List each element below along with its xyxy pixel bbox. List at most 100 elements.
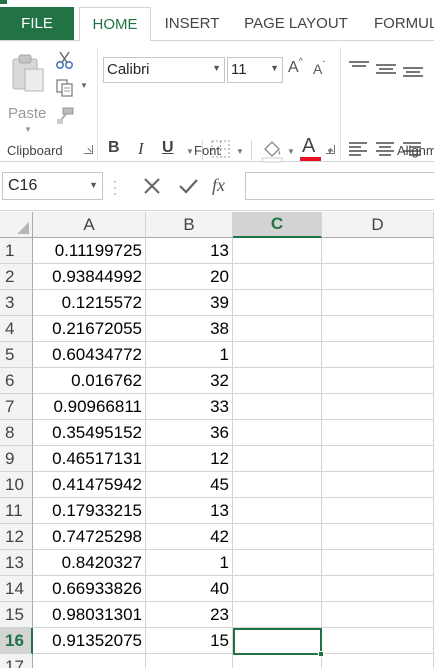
borders-dropdown-icon[interactable]: ▼ [236, 147, 244, 156]
cell-b14[interactable]: 40 [146, 576, 233, 602]
cell-d11[interactable] [322, 498, 434, 524]
paste-dropdown-icon[interactable]: ▼ [24, 125, 32, 134]
font-name-dropdown[interactable]: Calibri ▼ [103, 57, 225, 83]
cell-a16[interactable]: 0.91352075 [33, 628, 146, 654]
cell-c16[interactable] [233, 628, 322, 654]
cell-c12[interactable] [233, 524, 322, 550]
row-header[interactable]: 17 [0, 654, 33, 668]
cell-a2[interactable]: 0.93844992 [33, 264, 146, 290]
cell-d15[interactable] [322, 602, 434, 628]
cell-a3[interactable]: 0.1215572 [33, 290, 146, 316]
decrease-font-size-button[interactable]: Aˇ [313, 60, 333, 83]
cell-d3[interactable] [322, 290, 434, 316]
cell-b3[interactable]: 39 [146, 290, 233, 316]
bottom-align-button[interactable] [403, 67, 423, 81]
cell-b7[interactable]: 33 [146, 394, 233, 420]
cell-d5[interactable] [322, 342, 434, 368]
bold-button[interactable]: B [108, 139, 120, 163]
chevron-down-icon[interactable]: ▼ [89, 180, 98, 190]
cell-b15[interactable]: 23 [146, 602, 233, 628]
fill-color-dropdown-icon[interactable]: ▼ [287, 147, 295, 156]
font-size-dropdown[interactable]: 11 ▼ [227, 57, 283, 83]
cell-b5[interactable]: 1 [146, 342, 233, 368]
middle-align-button[interactable] [376, 64, 396, 78]
cell-c1[interactable] [233, 238, 322, 264]
fill-color-button[interactable] [259, 137, 285, 163]
cell-c2[interactable] [233, 264, 322, 290]
cell-d7[interactable] [322, 394, 434, 420]
cell-b6[interactable]: 32 [146, 368, 233, 394]
row-header[interactable]: 5 [0, 342, 33, 368]
row-header[interactable]: 10 [0, 472, 33, 498]
cell-c10[interactable] [233, 472, 322, 498]
cell-c13[interactable] [233, 550, 322, 576]
cell-c8[interactable] [233, 420, 322, 446]
cell-c5[interactable] [233, 342, 322, 368]
row-header[interactable]: 12 [0, 524, 33, 550]
row-header[interactable]: 4 [0, 316, 33, 342]
fill-handle[interactable] [318, 651, 324, 657]
cell-c11[interactable] [233, 498, 322, 524]
font-dialog-launcher[interactable] [326, 145, 335, 154]
name-box[interactable]: C16 ▼ [2, 172, 103, 200]
row-header[interactable]: 7 [0, 394, 33, 420]
cell-b9[interactable]: 12 [146, 446, 233, 472]
tab-file[interactable]: FILE [0, 7, 74, 40]
cell-d6[interactable] [322, 368, 434, 394]
cell-b11[interactable]: 13 [146, 498, 233, 524]
row-header[interactable]: 3 [0, 290, 33, 316]
cell-a17[interactable] [33, 654, 146, 668]
enter-entry-button[interactable] [176, 174, 200, 198]
copy-dropdown-icon[interactable]: ▼ [80, 81, 88, 90]
top-align-button[interactable] [349, 61, 369, 75]
cell-a14[interactable]: 0.66933826 [33, 576, 146, 602]
align-left-button[interactable] [349, 142, 369, 156]
font-color-button[interactable]: A [299, 135, 323, 163]
cell-d9[interactable] [322, 446, 434, 472]
underline-button[interactable]: U [162, 139, 174, 163]
row-header[interactable]: 13 [0, 550, 33, 576]
cell-a5[interactable]: 0.60434772 [33, 342, 146, 368]
cell-a7[interactable]: 0.90966811 [33, 394, 146, 420]
cell-a1[interactable]: 0.11199725 [33, 238, 146, 264]
column-header-c[interactable]: C [233, 212, 322, 238]
cell-c4[interactable] [233, 316, 322, 342]
cell-b13[interactable]: 1 [146, 550, 233, 576]
cell-b12[interactable]: 42 [146, 524, 233, 550]
row-header[interactable]: 11 [0, 498, 33, 524]
column-header-d[interactable]: D [322, 212, 434, 238]
cell-a10[interactable]: 0.41475942 [33, 472, 146, 498]
column-header-a[interactable]: A [33, 212, 146, 238]
row-header[interactable]: 1 [0, 238, 33, 264]
cell-d12[interactable] [322, 524, 434, 550]
cell-a15[interactable]: 0.98031301 [33, 602, 146, 628]
cut-button[interactable] [53, 49, 77, 71]
row-header[interactable]: 2 [0, 264, 33, 290]
row-header[interactable]: 8 [0, 420, 33, 446]
cell-a13[interactable]: 0.8420327 [33, 550, 146, 576]
row-header[interactable]: 14 [0, 576, 33, 602]
tab-insert[interactable]: INSERT [155, 7, 229, 40]
tab-formulas[interactable]: FORMUL [365, 7, 434, 40]
cell-d17[interactable] [322, 654, 434, 668]
cell-a6[interactable]: 0.016762 [33, 368, 146, 394]
cell-c3[interactable] [233, 290, 322, 316]
formula-bar-resize-handle[interactable]: · · · [113, 175, 117, 199]
cell-d16[interactable] [322, 628, 434, 654]
cell-d13[interactable] [322, 550, 434, 576]
cancel-entry-button[interactable] [140, 174, 164, 198]
tab-home[interactable]: HOME [79, 7, 151, 41]
column-header-b[interactable]: B [146, 212, 233, 238]
cell-a12[interactable]: 0.74725298 [33, 524, 146, 550]
row-header[interactable]: 15 [0, 602, 33, 628]
cell-c9[interactable] [233, 446, 322, 472]
cell-c14[interactable] [233, 576, 322, 602]
row-header[interactable]: 9 [0, 446, 33, 472]
paste-button[interactable]: Paste ▼ [4, 49, 50, 134]
cell-d2[interactable] [322, 264, 434, 290]
cell-b4[interactable]: 38 [146, 316, 233, 342]
cell-a11[interactable]: 0.17933215 [33, 498, 146, 524]
cell-d14[interactable] [322, 576, 434, 602]
cell-a9[interactable]: 0.46517131 [33, 446, 146, 472]
row-header[interactable]: 6 [0, 368, 33, 394]
